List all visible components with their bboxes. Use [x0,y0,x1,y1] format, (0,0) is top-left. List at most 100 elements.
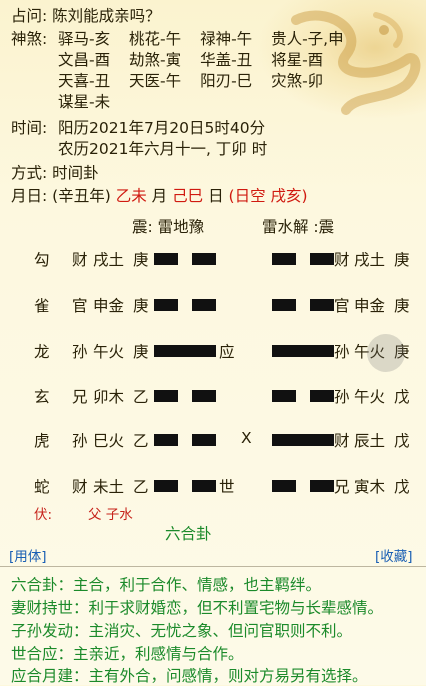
changed-yao-bar [272,299,296,311]
main-yao-bar [192,390,216,402]
changed-branch: 申金 [354,297,386,315]
shensha-item: 贵人-子,申 [271,30,344,48]
changed-relation: 孙 [334,343,350,361]
six-god: 虎 [34,432,50,450]
stem: 乙 [133,432,149,450]
main-yao-bar [154,299,178,311]
shensha-item: 天医-午 [129,72,182,90]
method-row: 方式: 时间卦 [11,163,99,184]
note-line: 六合卦：主合，利于合作、情感，也主羁绊。 [11,576,322,594]
branch: 申金 [93,297,125,315]
shensha-item: 桃花-午 [129,30,182,48]
main-yao-bar [192,434,216,446]
month-char: 月 [151,187,168,205]
changed-yao-bar [310,480,334,492]
day-ganzhi: 己巳 [172,187,204,205]
changed-yao-bar [272,434,334,446]
changed-yao-bar [310,253,334,265]
six-god: 龙 [34,343,50,361]
changed-branch: 午火 [354,388,386,406]
shensha-item: 驿马-亥 [58,30,111,48]
changed-stem: 庚 [394,251,410,269]
main-gua-title: 震: 雷地豫 [132,218,205,236]
branch: 戌土 [93,251,125,269]
shensha-item: 禄神-午 [200,30,253,48]
changed-stem: 戊 [394,478,410,496]
touch-indicator [367,334,405,372]
changed-yao-bar [310,390,334,402]
method-label: 方式: [11,164,48,182]
main-yao-bar [154,434,178,446]
main-yao-bar [154,390,178,402]
fushen-label: 伏: [34,507,53,523]
month-ganzhi: 乙未 [115,187,147,205]
main-yao-bar [154,253,178,265]
question-row: 占问: 陈刘能成亲吗？ [11,6,161,27]
changed-relation: 官 [334,297,350,315]
note-line: 子孙发动：主消灾、无忧之象、但问官职则不利。 [11,622,353,640]
fushen-value: 父 子水 [88,507,133,523]
shensha-item: 谋星-未 [58,93,111,111]
changed-yao-bar [272,253,296,265]
shensha-item: 将星-酉 [271,51,324,69]
main-yao-bar [192,480,216,492]
relation: 孙 [72,432,88,450]
shensha-item: 灾煞-卯 [271,72,324,90]
favorite-button[interactable]: [收藏] [375,545,413,565]
shi-ying-mark: 应 [219,343,235,361]
changed-yao-bar [310,299,334,311]
relation: 孙 [72,343,88,361]
kongwang: (日空 戌亥) [228,187,308,205]
changed-gua-title: 雷水解 :震 [262,218,335,236]
time-lunar: 农历2021年六月十一, 丁卯 时 [58,140,268,158]
year-ganzhi: (辛丑年) [52,187,111,205]
yao-row: 虎 孙巳火乙 X 财辰土戊 [0,425,426,455]
time-solar: 阳历2021年7月20日5时40分 [58,119,266,137]
stem: 庚 [133,297,149,315]
yao-row: 勾财戌土庚财戌土庚 [0,244,426,274]
divider [0,566,426,567]
yao-row: 玄 兄卯木乙 孙午火戊 [0,381,426,411]
changed-branch: 辰土 [354,432,386,450]
relation: 财 [72,478,88,496]
question-label: 占问: [11,7,48,25]
changed-stem: 戊 [394,432,410,450]
branch: 午火 [93,343,125,361]
shensha-item: 天喜-丑 [58,72,111,90]
main-yao-bar [154,480,178,492]
moving-mark: X [241,429,252,447]
changed-yao-bar [272,480,296,492]
branch: 未土 [93,478,125,496]
changed-branch: 寅木 [354,478,386,496]
six-god: 雀 [34,297,50,315]
changed-stem: 戊 [394,388,410,406]
yao-row: 蛇 财未土乙 世 兄寅木戊 [0,471,426,501]
yao-row: 龙孙午火庚应孙午火庚 [0,336,426,366]
note-line: 世合应：主亲近，利感情与合作。 [11,645,244,663]
changed-yao-bar [272,390,296,402]
relation: 官 [72,297,88,315]
shensha-line-3: 天喜-丑 天医-午 阳刃-巳 灾煞-卯 [58,71,337,92]
day-char: 日 [208,187,224,205]
branch: 卯木 [93,388,125,406]
main-yao-bar [154,345,216,357]
shensha-line-1: 驿马-亥 桃花-午 禄神-午 贵人-子,申 [58,29,358,50]
stem: 乙 [133,478,149,496]
changed-relation: 财 [334,251,350,269]
month-day-label: 月日: [11,187,48,205]
month-day-row: 月日: (辛丑年) 乙未 月 己巳 日 (日空 戌亥) [11,186,308,207]
changed-branch: 戌土 [354,251,386,269]
yongti-button[interactable]: [用体] [9,545,47,565]
changed-stem: 庚 [394,297,410,315]
six-god: 蛇 [34,478,50,496]
shensha-item: 劫煞-寅 [129,51,182,69]
gua-relation: 六合卦 [165,525,212,543]
relation: 财 [72,251,88,269]
shensha-line-2: 文昌-酉 劫煞-寅 华盖-丑 将星-酉 [58,50,337,71]
shi-ying-mark: 世 [219,478,235,496]
stem: 庚 [133,343,149,361]
changed-relation: 财 [334,432,350,450]
relation: 兄 [72,388,88,406]
stem: 庚 [133,251,149,269]
yao-row: 雀官申金庚官申金庚 [0,290,426,320]
